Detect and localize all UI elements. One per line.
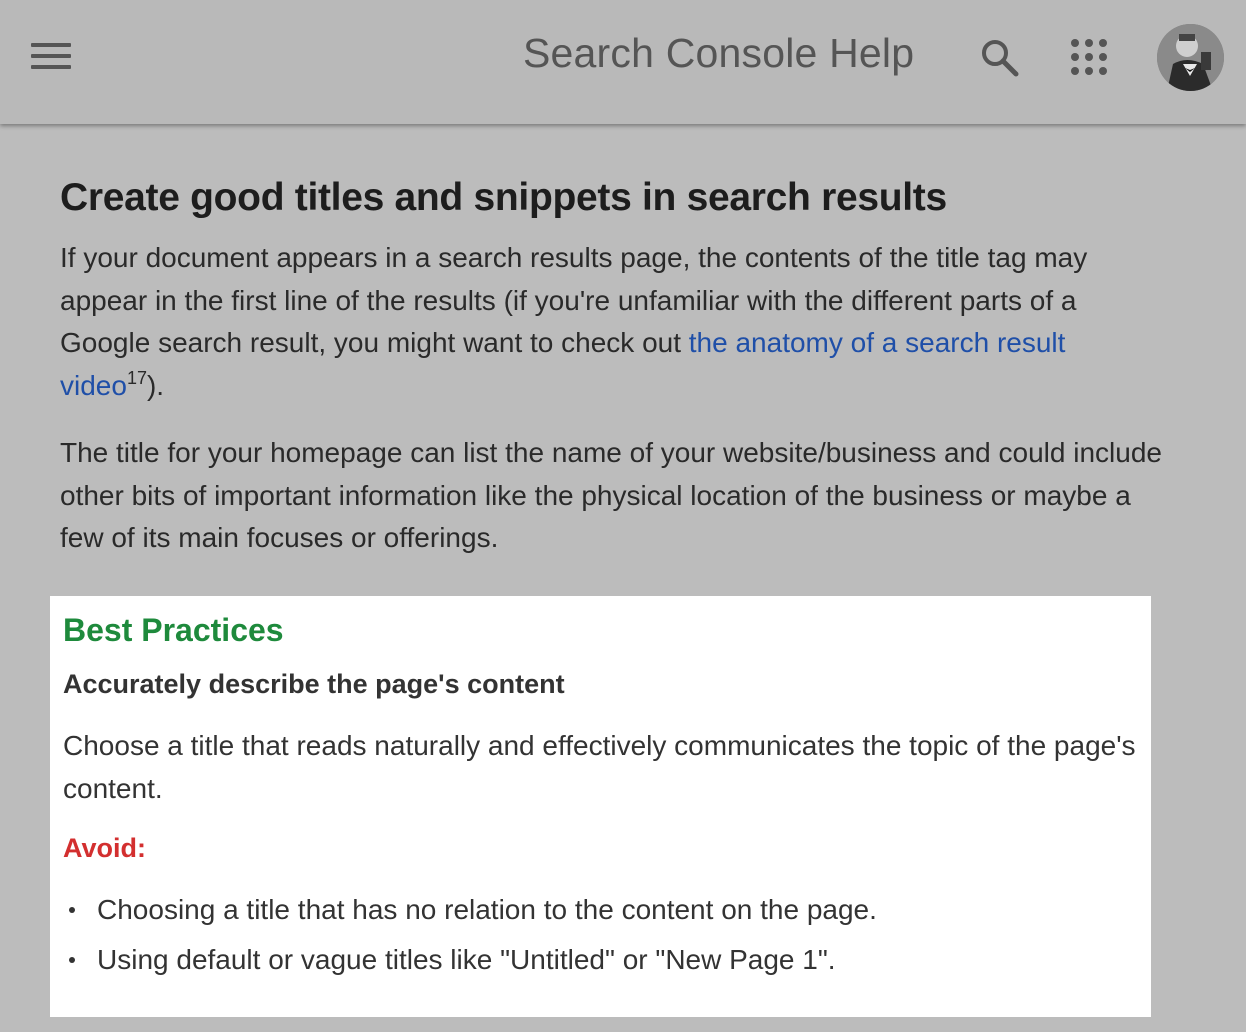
avoid-list: Choosing a title that has no relation to… [63,885,1143,985]
intro-paragraph: If your document appears in a search res… [60,237,1170,407]
best-practices-heading: Best Practices [63,612,284,648]
user-avatar[interactable] [1157,24,1224,91]
best-practices-card: Best Practices Accurately describe the p… [50,596,1151,1017]
best-practices-subheading: Accurately describe the page's content [63,669,565,699]
app-title[interactable]: Search Console Help [523,30,914,77]
apps-grid-icon[interactable] [1070,38,1108,76]
article-content: Create good titles and snippets in searc… [60,168,1170,560]
best-practices-text: Choose a title that reads naturally and … [63,730,1136,804]
homepage-title-paragraph: The title for your homepage can list the… [60,437,1162,553]
footnote-marker: 17 [126,367,147,388]
app-bar: Search Console Help [0,0,1246,124]
avoid-label: Avoid: [63,833,146,863]
menu-icon[interactable] [31,43,71,71]
avoid-item: Choosing a title that has no relation to… [63,885,1143,935]
page-title: Create good titles and snippets in searc… [60,176,947,219]
search-icon[interactable] [979,37,1021,79]
intro-text-end: ). [146,369,165,401]
avoid-item: Using default or vague titles like "Unti… [63,935,1143,985]
